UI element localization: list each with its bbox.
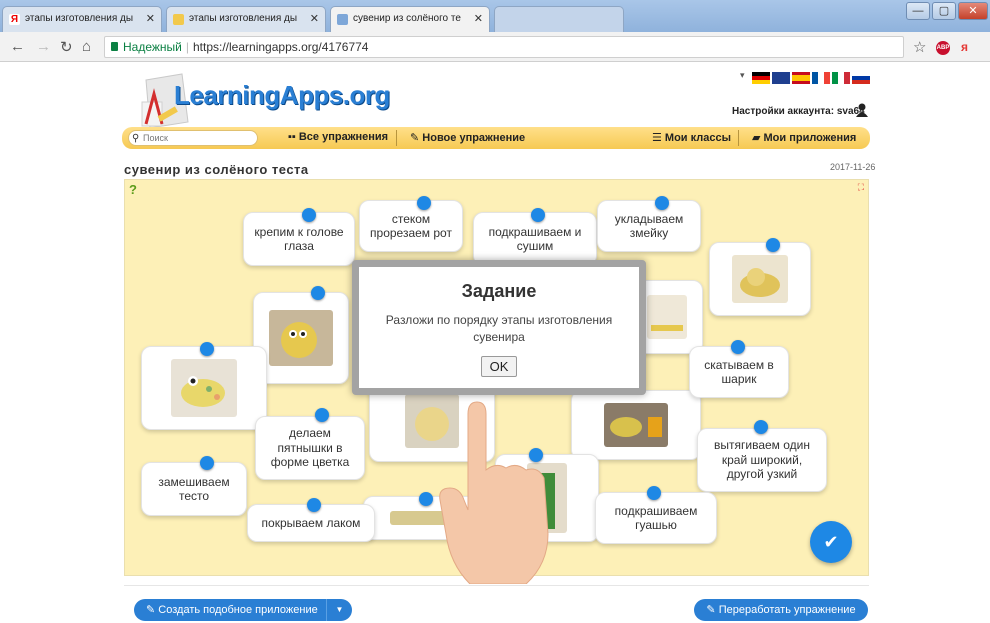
checkmark-icon: ✔	[823, 532, 839, 552]
step-card[interactable]: замешиваем тесто	[141, 462, 247, 516]
drag-pin-icon[interactable]	[754, 420, 768, 434]
photo-card[interactable]	[571, 390, 701, 460]
drag-pin-icon[interactable]	[655, 196, 669, 210]
folder-icon: ▰	[752, 132, 764, 144]
yandex-extension-icon[interactable]: я	[961, 40, 968, 54]
drag-pin-icon[interactable]	[417, 196, 431, 210]
language-dropdown-icon[interactable]: ▾	[740, 70, 745, 81]
drag-pin-icon[interactable]	[531, 208, 545, 222]
rework-exercise-button[interactable]: ✎ Переработать упражнение	[694, 599, 868, 621]
drag-pin-icon[interactable]	[311, 286, 325, 300]
menu-divider	[396, 130, 397, 146]
fullscreen-icon[interactable]: ⛶	[858, 182, 864, 193]
pencil-icon: ✎	[410, 132, 423, 144]
drag-pin-icon[interactable]	[302, 208, 316, 222]
list-icon: ☰	[652, 132, 665, 144]
browser-tab-2[interactable]: этапы изготовления ды ✕	[166, 6, 326, 32]
menu-new-exercise[interactable]: ✎ Новое упражнение	[410, 131, 525, 144]
search-input[interactable]: ⚲ Поиск	[128, 130, 258, 146]
step-card[interactable]: укладываем змейку	[597, 200, 701, 252]
minimize-window-icon[interactable]: —	[906, 2, 930, 20]
menu-my-apps[interactable]: ▰ Мои приложения	[752, 131, 856, 144]
dough-photo	[647, 295, 687, 339]
menu-my-classes[interactable]: ☰ Мои классы	[652, 131, 731, 144]
main-menu-bar: ⚲ Поиск ▪▪ Все упражнения ✎ Новое упражн…	[122, 127, 870, 149]
home-icon[interactable]: ⌂	[82, 38, 91, 55]
photo-card[interactable]	[709, 242, 811, 316]
flag-gb-icon[interactable]	[772, 72, 790, 84]
snake-face-photo	[269, 310, 333, 366]
drag-pin-icon[interactable]	[647, 486, 661, 500]
learningapps-icon	[337, 14, 348, 25]
grid-icon: ▪▪	[288, 131, 299, 143]
pencil-icon: ✎	[706, 604, 719, 616]
drag-pin-icon[interactable]	[307, 498, 321, 512]
flag-es-icon[interactable]	[792, 72, 810, 84]
photo-card[interactable]	[141, 346, 267, 430]
close-tab-icon[interactable]: ✕	[146, 12, 155, 25]
drag-pin-icon[interactable]	[200, 342, 214, 356]
ok-button[interactable]: OK	[480, 355, 518, 377]
step-card[interactable]: крепим к голове глаза	[243, 212, 355, 266]
check-answer-button[interactable]: ✔	[810, 521, 852, 563]
page-date: 2017-11-26	[830, 162, 876, 172]
forward-icon[interactable]: →	[36, 38, 51, 55]
step-card[interactable]: делаем пятнышки в форме цветка	[255, 416, 365, 480]
flag-it-icon[interactable]	[832, 72, 850, 84]
step-card[interactable]: подкрашиваем гуашью	[595, 492, 717, 544]
create-similar-app-button[interactable]: ✎ Создать подобное приложение ▼	[134, 599, 352, 621]
snake-decorated-photo	[171, 359, 237, 417]
edit-square-icon: ✎	[146, 604, 159, 616]
site-logo[interactable]: LearningApps.org	[174, 80, 390, 111]
drag-pin-icon[interactable]	[315, 408, 329, 422]
dialog-title: Задание	[461, 281, 537, 301]
flag-ru-icon[interactable]	[852, 72, 870, 84]
browser-tab-3-active[interactable]: сувенир из солёного те ✕	[330, 6, 490, 32]
step-card[interactable]: вытягиваем один край широкий, другой узк…	[697, 428, 827, 492]
user-icon[interactable]	[856, 103, 868, 117]
task-dialog: Задание Разложи по порядку этапы изготов…	[352, 260, 646, 395]
dialog-text: Разложи по порядку этапы изготовления су…	[385, 313, 613, 344]
help-icon[interactable]: ?	[129, 182, 137, 197]
step-card[interactable]: стеком прорезаем рот	[359, 200, 463, 252]
search-icon: ⚲	[132, 133, 140, 144]
pointing-hand-icon	[439, 401, 549, 584]
maximize-window-icon[interactable]: ▢	[932, 2, 956, 20]
dropdown-caret-icon[interactable]: ▼	[326, 599, 352, 621]
content-divider	[124, 585, 869, 586]
photo-card[interactable]	[253, 292, 349, 384]
adblock-icon[interactable]: ABP	[936, 41, 950, 55]
back-icon[interactable]: ←	[10, 38, 25, 55]
painting-snake-photo	[604, 403, 668, 447]
drag-pin-icon[interactable]	[766, 238, 780, 252]
menu-all-exercises[interactable]: ▪▪ Все упражнения	[288, 131, 388, 143]
browser-titlebar: Я этапы изготовления ды ✕ этапы изготовл…	[0, 0, 990, 32]
menu-divider	[738, 130, 739, 146]
image-icon	[173, 14, 184, 25]
flag-fr-icon[interactable]	[812, 72, 830, 84]
close-tab-icon[interactable]: ✕	[310, 12, 319, 25]
url-input[interactable]: Надежный | https://learningapps.org/417677…	[104, 36, 904, 58]
browser-tab-1[interactable]: Я этапы изготовления ды ✕	[2, 6, 162, 32]
close-window-icon[interactable]: ✕	[958, 2, 988, 20]
close-tab-icon[interactable]: ✕	[474, 12, 483, 25]
address-bar: ← → ↻ ⌂ Надежный | https://learningapps.or…	[0, 32, 990, 62]
drag-pin-icon[interactable]	[731, 340, 745, 354]
reload-icon[interactable]: ↻	[60, 38, 73, 56]
account-settings-link[interactable]: Настройки аккаунта: sva64	[732, 106, 865, 117]
bookmark-star-icon[interactable]: ☆	[913, 38, 926, 56]
drag-pin-icon[interactable]	[200, 456, 214, 470]
browser-tab-blurred[interactable]	[494, 6, 624, 32]
lock-icon	[111, 42, 118, 51]
page-title: сувенир из солёного теста	[124, 162, 309, 177]
yandex-icon: Я	[9, 14, 20, 25]
snake-coil-photo	[732, 255, 788, 303]
flag-de-icon[interactable]	[752, 72, 770, 84]
